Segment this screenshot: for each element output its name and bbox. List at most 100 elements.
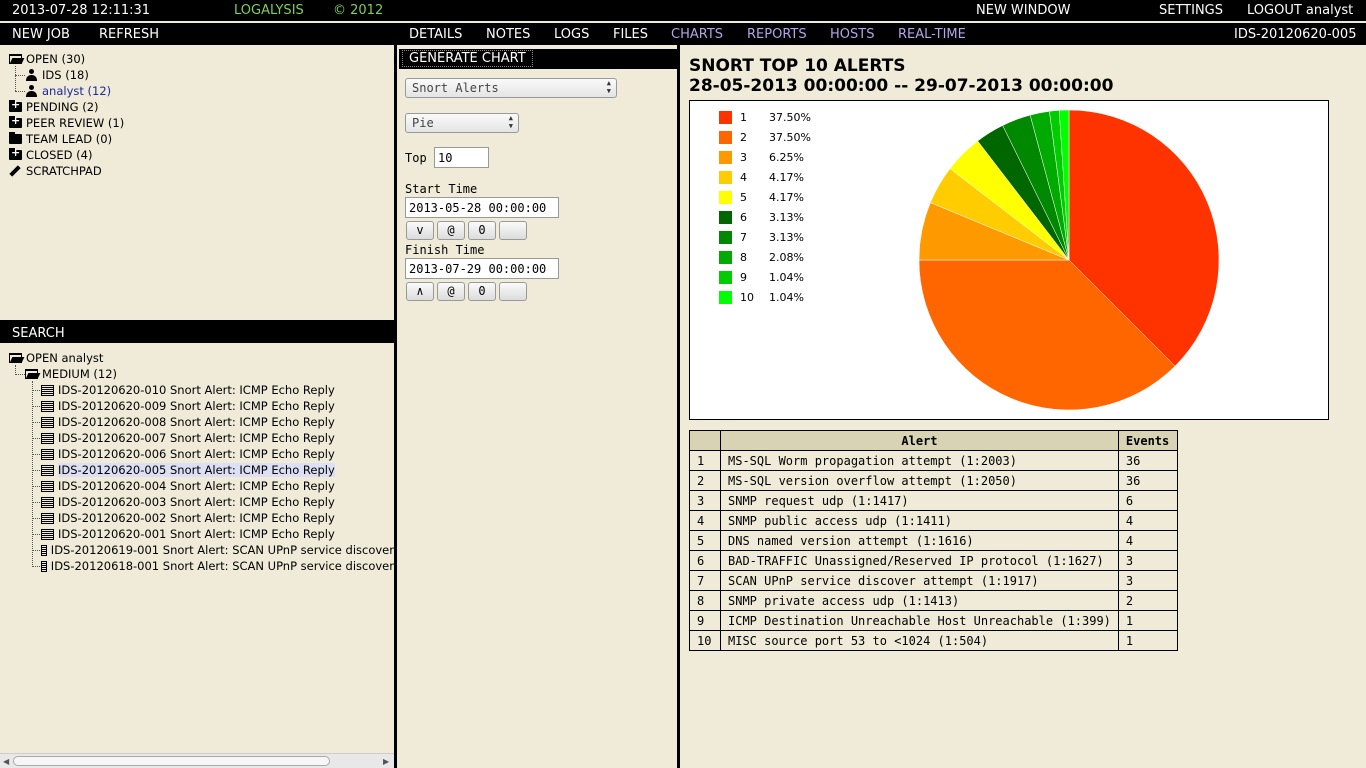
search-result-item[interactable]: IDS-20120620-007 Snort Alert: ICMP Echo … (41, 430, 394, 446)
scroll-left-arrow-icon[interactable]: ◀ (3, 757, 9, 766)
tab-notes[interactable]: NOTES (486, 27, 530, 42)
events-cell: 1 (1117, 630, 1178, 651)
search-result-label: IDS-20120620-006 Snort Alert: ICMP Echo … (58, 447, 335, 461)
events-cell: 36 (1117, 470, 1178, 491)
finish-time-now-button[interactable]: @ (437, 282, 465, 301)
search-result-item[interactable]: IDS-20120620-004 Snort Alert: ICMP Echo … (41, 478, 394, 494)
tab-charts[interactable]: CHARTS (671, 27, 723, 42)
datetime: 2013-07-28 12:11:31 (12, 3, 151, 18)
search-result-item[interactable]: IDS-20120620-001 Snort Alert: ICMP Echo … (41, 526, 394, 542)
column-header-alert: Alert (720, 430, 1119, 451)
tree-connector (32, 486, 40, 487)
copyright: © 2012 (333, 3, 384, 18)
source-select[interactable]: Snort Alerts ▲ ▼ (405, 78, 617, 98)
folder-plus-icon (9, 98, 22, 112)
left-panel-divider[interactable] (394, 23, 397, 768)
finish-time-up-button[interactable]: ∧ (406, 282, 434, 301)
events-cell: 6 (1117, 490, 1178, 511)
search-result-item[interactable]: IDS-20120620-006 Snort Alert: ICMP Echo … (41, 446, 394, 462)
tree-item-team-lead[interactable]: TEAM LEAD (0) (9, 131, 112, 147)
search-result-item[interactable]: IDS-20120620-005 Snort Alert: ICMP Echo … (41, 462, 394, 478)
rank-cell: 1 (689, 450, 721, 471)
user-icon (26, 69, 37, 81)
start-time-now-button[interactable]: @ (437, 221, 465, 240)
search-result-label: IDS-20120620-009 Snort Alert: ICMP Echo … (58, 399, 335, 413)
search-result-item[interactable]: IDS-20120620-003 Snort Alert: ICMP Echo … (41, 494, 394, 510)
search-result-label: IDS-20120620-007 Snort Alert: ICMP Echo … (58, 431, 335, 445)
tree-item-analyst[interactable]: analyst (12) (26, 83, 111, 99)
tree-connector (32, 566, 40, 567)
table-row: 10 MISC source port 53 to <1024 (1:504) 1 (689, 630, 1178, 651)
start-time-down-button[interactable]: v (406, 221, 434, 240)
search-result-item[interactable]: IDS-20120620-009 Snort Alert: ICMP Echo … (41, 398, 394, 414)
search-title: SEARCH (12, 326, 65, 341)
search-result-label: IDS-20120620-002 Snort Alert: ICMP Echo … (58, 511, 335, 525)
tree-item-peer-review[interactable]: PEER REVIEW (1) (9, 114, 124, 131)
document-icon (41, 496, 54, 508)
search-node-medium[interactable]: MEDIUM (12) (25, 366, 117, 382)
folder-open-icon (9, 54, 22, 64)
tree-item-pending[interactable]: PENDING (2) (9, 98, 99, 115)
search-result-item[interactable]: IDS-20120618-001 Snort Alert: SCAN UPnP … (41, 558, 394, 574)
tree-connector (32, 470, 40, 471)
tree-item-closed[interactable]: CLOSED (4) (9, 146, 92, 163)
table-row: 5 DNS named version attempt (1:1616) 4 (689, 530, 1178, 551)
search-result-item[interactable]: IDS-20120620-002 Snort Alert: ICMP Echo … (41, 510, 394, 526)
alert-cell: MS-SQL Worm propagation attempt (1:2003) (720, 450, 1119, 471)
start-time-zero-button[interactable]: 0 (468, 221, 496, 240)
search-result-item[interactable]: IDS-20120620-010 Snort Alert: ICMP Echo … (41, 382, 394, 398)
settings-link[interactable]: SETTINGS (1159, 3, 1223, 18)
finish-time-label: Finish Time (405, 243, 485, 257)
start-time-input[interactable]: 2013-05-28 00:00:00 (405, 197, 559, 218)
refresh-button[interactable]: REFRESH (99, 27, 159, 42)
tab-details[interactable]: DETAILS (409, 27, 462, 42)
tab-bar: DETAILS NOTES LOGS FILES CHARTS REPORTS … (397, 23, 1366, 45)
table-row: 6 BAD-TRAFFIC Unassigned/Reserved IP prot… (689, 550, 1178, 571)
tab-logs[interactable]: LOGS (554, 27, 589, 42)
left-horizontal-scrollbar[interactable]: ◀ ▶ (0, 753, 394, 768)
rank-cell: 7 (689, 570, 721, 591)
tab-reports[interactable]: REPORTS (747, 27, 807, 42)
scrollbar-thumb[interactable] (13, 756, 330, 766)
events-cell: 3 (1117, 550, 1178, 571)
finish-time-zero-button[interactable]: 0 (468, 282, 496, 301)
tree-connector (15, 66, 16, 91)
top-input[interactable]: 10 (434, 147, 489, 168)
document-icon (41, 464, 54, 476)
search-result-label: IDS-20120620-008 Snort Alert: ICMP Echo … (58, 415, 335, 429)
finish-time-extra-button[interactable] (499, 282, 527, 301)
tree-connector (15, 374, 25, 375)
rank-cell: 6 (689, 550, 721, 571)
tree-item-label: OPEN (30) (26, 52, 86, 66)
rank-cell: 5 (689, 530, 721, 551)
tree-item-label: IDS (18) (42, 68, 89, 82)
tree-item-open[interactable]: OPEN (30) (9, 51, 85, 67)
new-window-link[interactable]: NEW WINDOW (976, 3, 1070, 18)
tab-realtime[interactable]: REAL-TIME (898, 27, 966, 42)
search-result-item[interactable]: IDS-20120620-008 Snort Alert: ICMP Echo … (41, 414, 394, 430)
document-icon (41, 432, 54, 444)
events-cell: 4 (1117, 510, 1178, 531)
search-result-label: IDS-20120620-003 Snort Alert: ICMP Echo … (58, 495, 335, 509)
tree-item-scratchpad[interactable]: SCRATCHPAD (9, 163, 102, 179)
finish-time-input[interactable]: 2013-07-29 00:00:00 (405, 258, 559, 279)
tab-hosts[interactable]: HOSTS (830, 27, 874, 42)
tree-item-ids[interactable]: IDS (18) (26, 67, 89, 83)
search-node-open-analyst[interactable]: OPEN analyst (9, 350, 103, 366)
alert-cell: DNS named version attempt (1:1616) (720, 530, 1119, 551)
events-cell: 4 (1117, 530, 1178, 551)
tree-item-label: SCRATCHPAD (26, 164, 102, 178)
tab-files[interactable]: FILES (613, 27, 648, 42)
pencil-icon (9, 165, 21, 177)
chart-type-select[interactable]: Pie ▲ ▼ (405, 113, 519, 133)
new-job-button[interactable]: NEW JOB (12, 27, 70, 42)
logout-link[interactable]: LOGOUT analyst (1247, 3, 1353, 18)
generate-chart-button[interactable]: GENERATE CHART (402, 50, 533, 67)
left-menu-bar: NEW JOB REFRESH (0, 23, 394, 45)
folder-icon (9, 132, 22, 144)
scroll-right-arrow-icon[interactable]: ▶ (383, 757, 389, 766)
start-time-extra-button[interactable] (499, 221, 527, 240)
tree-connector (32, 422, 40, 423)
search-result-item[interactable]: IDS-20120619-001 Snort Alert: SCAN UPnP … (41, 542, 394, 558)
chart-title: SNORT TOP 10 ALERTS (689, 56, 906, 76)
